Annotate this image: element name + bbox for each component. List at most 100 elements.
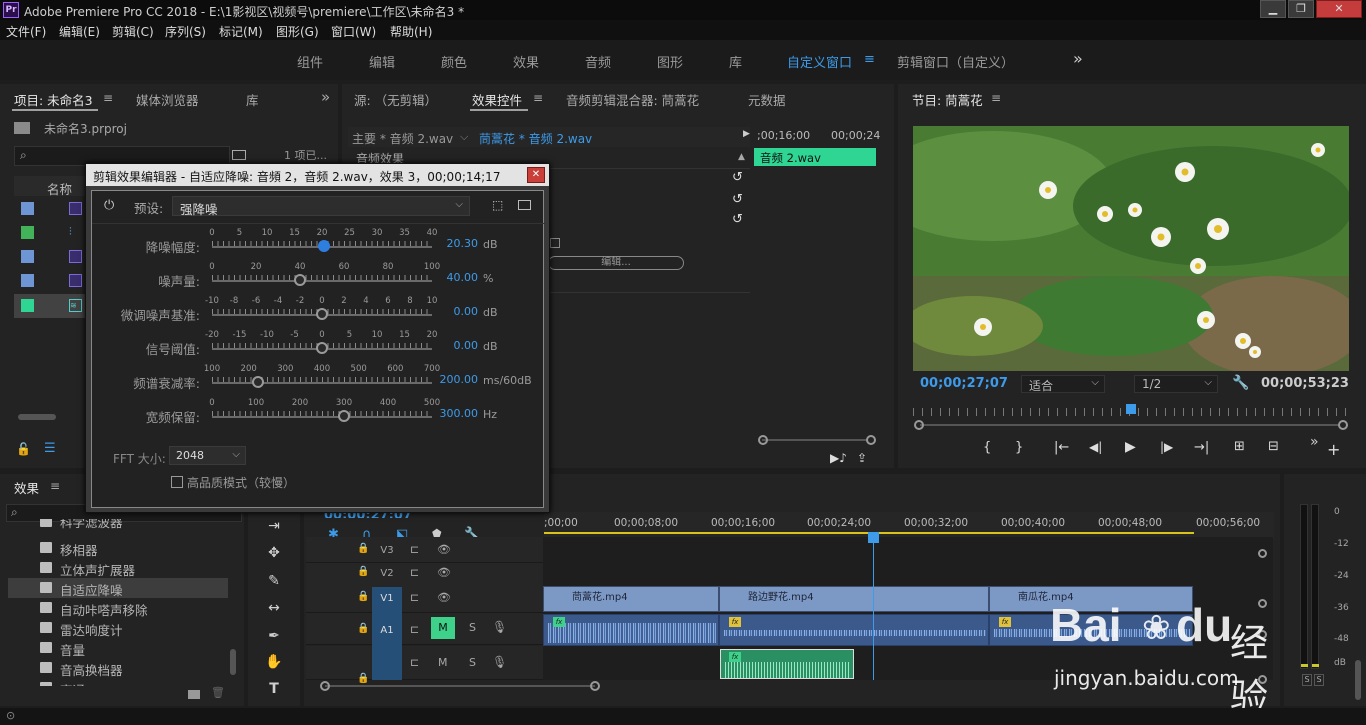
- mute-button[interactable]: M: [431, 617, 455, 639]
- fx-badge[interactable]: fx: [999, 617, 1011, 627]
- reset-icon[interactable]: ↺: [732, 212, 743, 227]
- track-label-a1[interactable]: A1: [372, 618, 402, 643]
- effect-item[interactable]: 音量: [8, 638, 228, 658]
- new-bin-icon[interactable]: [232, 150, 246, 160]
- effect-item[interactable]: 自动咔嗒声移除: [8, 598, 228, 618]
- lock-track-icon[interactable]: 🔒: [357, 543, 369, 554]
- mute-button[interactable]: M: [438, 656, 448, 669]
- tab-metadata[interactable]: 元数据: [748, 90, 786, 109]
- delete-preset-icon[interactable]: [518, 200, 531, 210]
- scroll-handle[interactable]: [914, 420, 924, 430]
- reset-icon[interactable]: ↺: [732, 192, 743, 207]
- menu-sequence[interactable]: 序列(S): [165, 23, 206, 40]
- go-to-in-icon[interactable]: |←: [1054, 440, 1069, 455]
- solo-button[interactable]: S: [469, 656, 476, 669]
- fit-dropdown[interactable]: 适合 ⌵: [1021, 375, 1105, 393]
- slider-track[interactable]: [212, 416, 432, 418]
- scroll-handle[interactable]: [1338, 420, 1348, 430]
- slider-knob[interactable]: [252, 376, 265, 388]
- go-to-out-icon[interactable]: →|: [1194, 440, 1209, 455]
- button-editor-icon[interactable]: +: [1327, 440, 1340, 459]
- lock-track-icon[interactable]: 🔒: [357, 673, 369, 684]
- track-label-v2[interactable]: V2: [372, 561, 402, 586]
- menu-clip[interactable]: 剪辑(C): [112, 23, 154, 40]
- chevron-down-icon[interactable]: ⌵: [460, 130, 468, 144]
- fft-size-dropdown[interactable]: 2048 ⌵: [169, 446, 246, 465]
- eye-icon[interactable]: 👁: [437, 591, 451, 604]
- slider-knob[interactable]: [316, 308, 328, 320]
- fx-badge[interactable]: fx: [729, 652, 741, 662]
- lock-track-icon[interactable]: 🔒: [357, 591, 369, 602]
- sync-lock-icon[interactable]: ⊏: [410, 591, 419, 604]
- slider-knob[interactable]: [317, 240, 330, 252]
- effect-item-selected[interactable]: 自适应降噪: [8, 578, 228, 598]
- effects-menu-icon[interactable]: ≡: [50, 479, 60, 493]
- project-more-icon[interactable]: »: [321, 88, 330, 106]
- dialog-close-button[interactable]: ✕: [527, 167, 545, 183]
- effect-controls-menu-icon[interactable]: ≡: [533, 91, 543, 105]
- workspace-clip-custom[interactable]: 剪辑窗口（自定义）: [897, 52, 1014, 71]
- slider-knob[interactable]: [294, 274, 306, 286]
- timeline-ruler[interactable]: ;00;00 00;00;08;00 00;00;16;00 00;00;24;…: [544, 512, 1274, 540]
- tab-project[interactable]: 项目: 未命名3: [14, 90, 93, 109]
- effect-item[interactable]: 立体声扩展器: [8, 558, 228, 578]
- high-quality-checkbox[interactable]: [171, 476, 183, 488]
- preset-dropdown[interactable]: 强降噪 ⌵: [172, 196, 470, 217]
- project-menu-icon[interactable]: ≡: [103, 91, 113, 105]
- minimize-button[interactable]: ▁: [1260, 0, 1286, 18]
- playhead-timecode[interactable]: 00;00;27;07: [920, 376, 1008, 391]
- play-triangle-icon[interactable]: ▶: [743, 129, 750, 139]
- ripple-edit-tool-icon[interactable]: ✥: [262, 545, 286, 565]
- playhead-marker[interactable]: [1126, 404, 1136, 414]
- play-icon[interactable]: ▶: [1125, 439, 1136, 455]
- fx-badge[interactable]: fx: [553, 617, 565, 627]
- mark-in-icon[interactable]: {: [983, 440, 991, 455]
- slider-value[interactable]: 40.00: [428, 271, 479, 284]
- slider-value[interactable]: 0.00: [428, 305, 479, 318]
- meter-scrollbar[interactable]: [1355, 660, 1361, 700]
- fx-badge[interactable]: fx: [729, 617, 741, 627]
- scroll-handle[interactable]: [866, 435, 876, 445]
- trash-icon[interactable]: 🗑: [211, 686, 225, 699]
- type-tool-icon[interactable]: T: [262, 681, 286, 701]
- scroll-handle[interactable]: [758, 435, 768, 445]
- tab-source[interactable]: 源: （无剪辑）: [354, 90, 437, 109]
- slider-track[interactable]: [212, 382, 432, 384]
- effect-item[interactable]: 高通: [8, 678, 228, 686]
- save-preset-icon[interactable]: ⬚: [492, 198, 503, 212]
- effects-scrollbar[interactable]: [230, 649, 236, 675]
- column-name[interactable]: 名称: [47, 179, 72, 198]
- audio-clip-bar[interactable]: 音频 2.wav: [754, 148, 876, 166]
- pen-tool-icon[interactable]: ✒: [262, 628, 286, 648]
- collapse-icon[interactable]: ▲: [738, 152, 745, 162]
- track-select-tool-icon[interactable]: ⇥: [262, 518, 286, 538]
- lock-track-icon[interactable]: 🔒: [357, 623, 369, 634]
- workspace-assembly[interactable]: 组件: [297, 52, 323, 71]
- program-zoom-bar[interactable]: [920, 424, 1340, 426]
- mark-out-icon[interactable]: }: [1015, 440, 1023, 455]
- extract-icon[interactable]: ⊟: [1268, 439, 1279, 454]
- clip-name-label[interactable]: 茼蒿花 * 音频 2.wav: [479, 130, 592, 147]
- video-clip[interactable]: 路边野花.mp4: [719, 586, 989, 612]
- close-window-button[interactable]: ✕: [1316, 0, 1362, 18]
- solo-right-button[interactable]: S: [1314, 674, 1324, 686]
- play-audio-icon[interactable]: ▶♪: [830, 451, 847, 465]
- effect-item[interactable]: 科学滤波器: [8, 519, 228, 531]
- power-icon[interactable]: ⏻: [104, 198, 114, 213]
- maximize-button[interactable]: ❐: [1288, 0, 1314, 18]
- effect-item[interactable]: 移相器: [8, 538, 228, 558]
- effect-item[interactable]: 雷达响度计: [8, 618, 228, 638]
- master-clip-label[interactable]: 主要 * 音频 2.wav: [352, 130, 453, 147]
- audio-clip[interactable]: [719, 614, 989, 646]
- menu-edit[interactable]: 编辑(E): [59, 23, 100, 40]
- list-view-icon[interactable]: ☰: [44, 441, 56, 456]
- scroll-handle[interactable]: [590, 681, 600, 691]
- slider-knob[interactable]: [316, 342, 328, 354]
- program-menu-icon[interactable]: ≡: [991, 91, 1001, 105]
- step-forward-icon[interactable]: |▶: [1160, 440, 1173, 454]
- workspace-menu-icon[interactable]: ≡: [864, 52, 875, 67]
- track-label-v1[interactable]: V1: [372, 586, 402, 611]
- workspace-effects[interactable]: 效果: [513, 52, 539, 71]
- resolution-dropdown[interactable]: 1/2 ⌵: [1134, 375, 1218, 393]
- solo-left-button[interactable]: S: [1302, 674, 1312, 686]
